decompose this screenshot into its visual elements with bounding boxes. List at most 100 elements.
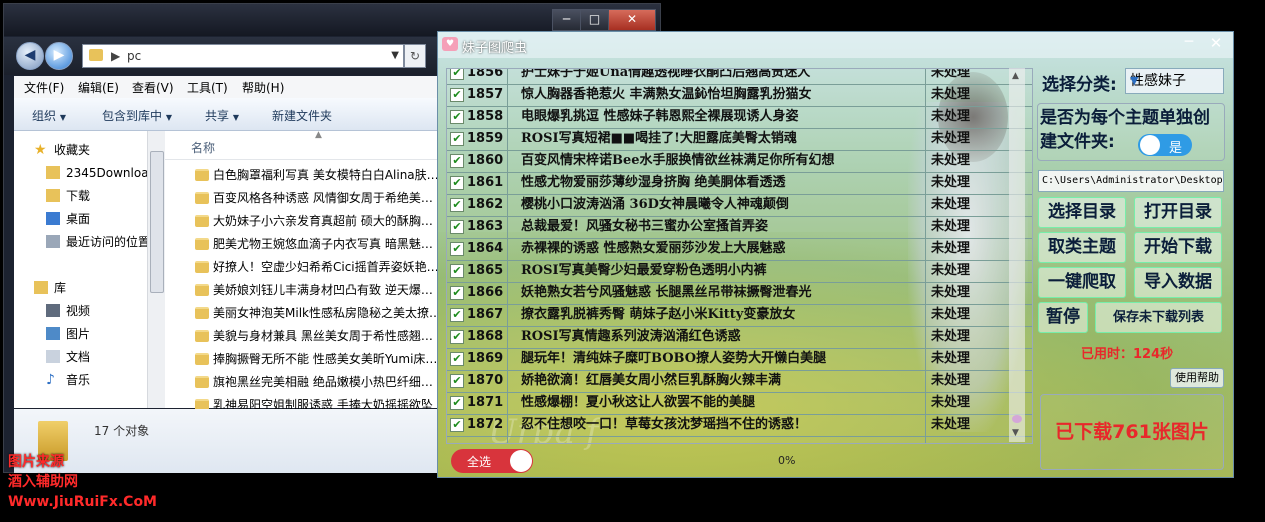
menu-help[interactable]: 帮助(H) [242, 79, 284, 96]
list-item[interactable]: ✔ 1870 娇艳欲滴！红唇美女周小然巨乳酥胸火辣丰满 未处理 [447, 370, 1032, 393]
file-row[interactable]: 捧胸撅臀无所不能 性感美女美昕Yumi床… [165, 348, 441, 370]
file-row[interactable]: 肥美尤物王婉悠血滴子内衣写真 暗黑魅… [165, 233, 441, 255]
row-checkbox[interactable]: ✔ [450, 176, 464, 190]
file-row[interactable]: 旗袍黑丝完美相融 绝品嫩模小热巴纤细… [165, 371, 441, 393]
list-item[interactable]: ✔ 1862 樱桃小口波涛汹涌 36D女神晨曦令人神魂颠倒 未处理 [447, 194, 1032, 217]
column-header-name[interactable]: 名称 ▲ [165, 130, 441, 160]
file-row[interactable]: 大奶妹子小六亲发育真超前 硕大的酥胸… [165, 210, 441, 232]
file-row[interactable]: 美娇娘刘钰儿丰满身材凹凸有致 逆天爆… [165, 279, 441, 301]
list-item[interactable]: ✔ 1867 撩衣露乳脱裤秀臀 萌妹子赵小米Kitty变豪放女 未处理 [447, 304, 1032, 327]
row-checkbox[interactable]: ✔ [450, 352, 464, 366]
maximize-button[interactable]: □ [580, 9, 609, 31]
list-item[interactable]: ✔ 1858 电眼爆乳挑逗 性感妹子韩恩熙全裸展现诱人身姿 未处理 [447, 106, 1032, 129]
menu-view[interactable]: 查看(V) [132, 79, 174, 96]
list-item[interactable]: ✔ 1866 妖艳熟女若兮风骚魅惑 长腿黑丝吊带袜撅臀泄春光 未处理 [447, 282, 1032, 305]
import-data-button[interactable]: 导入数据 [1134, 267, 1222, 298]
select-all-toggle[interactable]: 全选 [451, 449, 533, 473]
folder-toggle[interactable]: 是 [1138, 134, 1192, 156]
navigation-scrollbar[interactable] [147, 131, 165, 408]
list-item[interactable]: ✔ 1871 性感爆棚！夏小秋这让人欲罢不能的美腿 未处理 [447, 392, 1032, 415]
file-row[interactable]: 白色胸罩福利写真 美女模特白白Alina肤… [165, 164, 441, 186]
forward-button[interactable]: ▶ [45, 42, 73, 70]
sidebar-item-documents[interactable]: 文档 [14, 346, 164, 368]
file-row[interactable]: 美貌与身材兼具 黑丝美女周于希性感翘… [165, 325, 441, 347]
list-item[interactable]: ✔ 1863 总裁最爱！风骚女秘书三蜜办公室搔首弄姿 未处理 [447, 216, 1032, 239]
list-item[interactable]: ✔ 1865 ROSI写真美臀少妇最爱穿粉色透明小内裤 未处理 [447, 260, 1032, 283]
row-checkbox[interactable]: ✔ [450, 220, 464, 234]
row-checkbox[interactable]: ✔ [450, 286, 464, 300]
row-checkbox[interactable]: ✔ [450, 330, 464, 344]
row-checkbox[interactable]: ✔ [450, 110, 464, 124]
sidebar-item-videos[interactable]: 视频 [14, 300, 164, 322]
menu-tools[interactable]: 工具(T) [187, 79, 228, 96]
list-item[interactable]: ✔ 1864 赤裸裸的诱惑 性感熟女爱丽莎沙发上大展魅惑 未处理 [447, 238, 1032, 261]
row-checkbox[interactable]: ✔ [450, 69, 464, 80]
row-checkbox[interactable]: ✔ [450, 242, 464, 256]
get-topics-button[interactable]: 取类主题 [1038, 232, 1126, 263]
list-item[interactable]: ✔ 1859 ROSI写真短裙■■喝挂了!大胆露底美臀太销魂 未处理 [447, 128, 1032, 151]
sidebar-item-2345downloads[interactable]: 2345Downloads [14, 162, 164, 184]
help-button[interactable]: 使用帮助 [1170, 368, 1224, 388]
row-checkbox[interactable]: ✔ [450, 154, 464, 168]
file-row[interactable]: 百变风格各种诱惑 风情御女周于希绝美… [165, 187, 441, 209]
save-path-field[interactable]: C:\Users\Administrator\Desktop\ [1038, 170, 1224, 192]
back-button[interactable]: ◀ [16, 42, 44, 70]
organize-button[interactable]: 组织 ▼ [32, 107, 66, 124]
share-button[interactable]: 共享 ▼ [205, 107, 239, 124]
address-bar[interactable]: ▶ pc ▼ [82, 44, 404, 68]
close-button[interactable]: ✕ [1205, 34, 1227, 54]
row-checkbox[interactable]: ✔ [450, 374, 464, 388]
folder-icon [195, 238, 209, 250]
scrollbar-thumb[interactable] [1012, 415, 1022, 423]
sidebar-item-music[interactable]: ♪ 音乐 [14, 369, 164, 391]
sidebar-item-label: 下载 [66, 189, 91, 203]
list-item[interactable]: ✔ 1857 惊人胸器香艳惹火 丰满熟女温鈊怡坦胸露乳扮猫女 未处理 [447, 84, 1032, 107]
list-item[interactable]: ✔ 1869 腿玩年！清纯妹子糜叮BOBO撩人姿势大开懒白美腿 未处理 [447, 348, 1032, 371]
list-item[interactable]: ✔ 1872 忍不住想咬一口！草莓女孩沈梦瑶挡不住的诱惑！ 未处理 [447, 414, 1032, 437]
list-item[interactable]: ✔ 1856 护士妹子于姬Una情趣透视睡衣酮凸后翘高贵迷人 未处理 [447, 68, 1032, 85]
sidebar-item-libraries[interactable]: 库 [14, 277, 164, 299]
refresh-button[interactable]: ↻ [404, 44, 426, 68]
one-click-crawl-button[interactable]: 一键爬取 [1038, 267, 1126, 298]
row-checkbox[interactable]: ✔ [450, 264, 464, 278]
start-download-button[interactable]: 开始下载 [1134, 232, 1222, 263]
sidebar-item-downloads[interactable]: 下载 [14, 185, 164, 207]
sidebar-item-recent[interactable]: 最近访问的位置 [14, 231, 164, 253]
scroll-down-icon[interactable]: ▼ [1012, 428, 1019, 438]
row-checkbox[interactable]: ✔ [450, 308, 464, 322]
file-row[interactable]: 好撩人！空虚少妇希希Cici摇首弄姿妖艳… [165, 256, 441, 278]
file-row[interactable]: 美丽女神泡芙Milk性感私房隐秘之美太撩… [165, 302, 441, 324]
menu-file[interactable]: 文件(F) [24, 79, 64, 96]
close-button[interactable]: ✕ [608, 9, 656, 31]
row-status: 未处理 [931, 153, 971, 168]
scroll-up-icon[interactable]: ▲ [1012, 71, 1019, 81]
sidebar-item-favorites[interactable]: ★ 收藏夹 [14, 139, 164, 161]
row-status: 未处理 [931, 68, 971, 80]
row-title: 撩衣露乳脱裤秀臀 萌妹子赵小米Kitty变豪放女 [521, 307, 796, 322]
row-checkbox[interactable]: ✔ [450, 396, 464, 410]
new-folder-button[interactable]: 新建文件夹 [272, 107, 332, 124]
row-checkbox[interactable]: ✔ [450, 418, 464, 432]
row-checkbox[interactable]: ✔ [450, 198, 464, 212]
save-undownloaded-button[interactable]: 保存未下载列表 [1095, 302, 1222, 333]
include-in-library-button[interactable]: 包含到库中 ▼ [102, 107, 172, 124]
pause-button[interactable]: 暂停 [1038, 302, 1088, 333]
menu-edit[interactable]: 编辑(E) [78, 79, 119, 96]
open-directory-button[interactable]: 打开目录 [1134, 197, 1222, 228]
row-checkbox[interactable]: ✔ [450, 88, 464, 102]
folder-icon [195, 215, 209, 227]
minimize-button[interactable]: ─ [552, 9, 581, 31]
chevron-down-icon[interactable]: ▼ [391, 45, 399, 67]
row-checkbox[interactable]: ✔ [450, 132, 464, 146]
choose-directory-button[interactable]: 选择目录 [1038, 197, 1126, 228]
list-item[interactable]: ✔ 1860 百变风情宋梓诺Bee水手服换情欲丝袜满足你所有幻想 未处理 [447, 150, 1032, 173]
sidebar-item-pictures[interactable]: 图片 [14, 323, 164, 345]
scrollbar-thumb[interactable] [150, 151, 164, 293]
category-select[interactable]: 性感妹子 ▼ [1125, 68, 1224, 94]
sidebar-item-desktop[interactable]: 桌面 [14, 208, 164, 230]
minimize-button[interactable]: ─ [1178, 34, 1200, 54]
topic-list-scrollbar[interactable]: ▲ ▼ [1009, 68, 1025, 442]
list-item[interactable]: ✔ 1861 性感尤物爱丽莎薄纱湿身挤胸 绝美胴体看透透 未处理 [447, 172, 1032, 195]
list-item[interactable]: ✔ 1868 ROSI写真情趣系列波涛汹涌红色诱惑 未处理 [447, 326, 1032, 349]
file-list: 名称 ▲ 白色胸罩福利写真 美女模特白白Alina肤… 百变风格各种诱惑 风情御… [165, 130, 441, 412]
